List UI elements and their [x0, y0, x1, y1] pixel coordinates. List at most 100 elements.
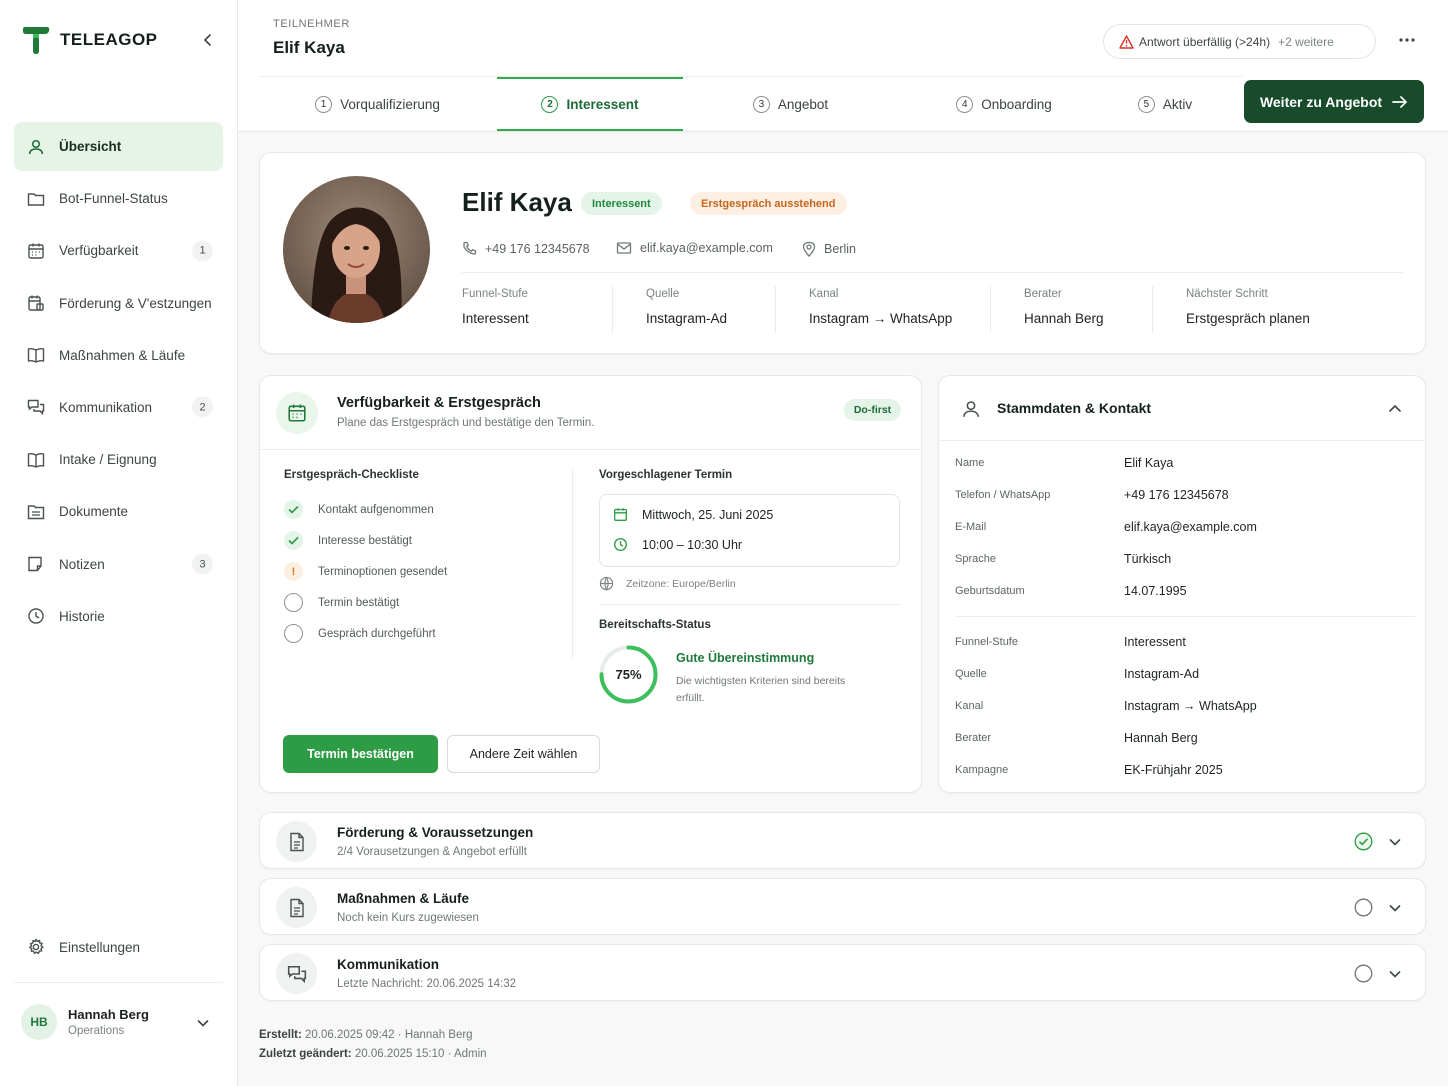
user-menu[interactable]: HB Hannah Berg Operations [21, 1003, 217, 1041]
meta-label: Funnel-Stufe [462, 288, 528, 300]
separator: · [447, 1048, 452, 1060]
sidebar-item-foerderung[interactable]: Förderung & V'estzungen [14, 279, 223, 328]
accordion-kommunikation[interactable]: Kommunikation Letzte Nachricht: 20.06.20… [259, 944, 1426, 1001]
confirm-appointment-button[interactable]: Termin bestätigen [283, 735, 438, 773]
field-value: +49 176 12345678 [1124, 488, 1229, 502]
topbar: TEILNEHMER Elif Kaya Antwort überfällig … [238, 0, 1448, 132]
more-options-button[interactable] [1396, 30, 1418, 50]
field-value: 14.07.1995 [1124, 584, 1187, 598]
field-label: Geburtsdatum [955, 585, 1025, 597]
count-badge: 3 [192, 553, 213, 575]
sidebar-item-label: Dokumente [59, 504, 129, 520]
calendar-icon [27, 242, 45, 260]
clock-icon [27, 607, 45, 625]
availability-title: Verfügbarkeit & Erstgespräch [337, 395, 541, 411]
checklist-label: Gespräch durchgeführt [318, 627, 436, 640]
overdue-alert[interactable]: Antwort überfällig (>24h) +2 weitere [1103, 24, 1376, 59]
readiness-percent: 75% [615, 667, 642, 682]
meta-value: Erstgespräch planen [1186, 311, 1310, 326]
location: Berlin [802, 241, 856, 257]
sidebar-item-historie[interactable]: Historie [14, 592, 223, 641]
tab-step-4[interactable]: 4 Onboarding [898, 77, 1110, 131]
check-icon [284, 500, 303, 519]
field-value: Instagram-Ad [1124, 667, 1200, 681]
alert-more: +2 weitere [1278, 34, 1334, 49]
profile-name: Elif Kaya [462, 187, 572, 217]
field-label: Berater [955, 732, 992, 744]
logo[interactable]: TELEAGOP [21, 25, 158, 55]
profile-photo [283, 176, 430, 323]
meta-label: Quelle [646, 288, 680, 300]
checklist-item[interactable]: Interesse bestätigt [284, 531, 412, 550]
sidebar-item-uebersicht[interactable]: Übersicht [14, 122, 223, 171]
choose-other-time-button[interactable]: Andere Zeit wählen [447, 735, 600, 773]
step-label: Interessent [566, 96, 639, 112]
timezone: Zeitzone: Europe/Berlin [599, 576, 736, 591]
readiness-title: Bereitschafts-Status [599, 619, 711, 631]
tab-step-3[interactable]: 3 Angebot [683, 77, 898, 131]
sidebar-item-notizen[interactable]: Notizen 3 [14, 540, 223, 589]
gear-icon [28, 938, 44, 955]
readiness-heading: Gute Übereinstimmung [676, 651, 815, 665]
sidebar-item-intake[interactable]: Intake / Eignung [14, 435, 223, 484]
sidebar-item-label: Maßnahmen & Läufe [59, 347, 186, 363]
proposed-appointment[interactable]: Mittwoch, 25. Juni 2025 10:00 – 10:30 Uh… [599, 494, 900, 567]
settings-link[interactable]: Einstellungen [27, 938, 140, 956]
chat-icon [27, 398, 45, 416]
checklist-item[interactable]: Kontakt aufgenommen [284, 500, 434, 519]
sidebar-item-label: Kommunikation [59, 399, 153, 415]
logo-text: TELEAGOP [60, 30, 158, 49]
section-divider [955, 616, 1415, 617]
meta-value: Instagram-Ad [646, 311, 728, 326]
tab-step-5[interactable]: 5 Aktiv [1110, 77, 1220, 131]
email-contact[interactable]: elif.kaya@example.com [616, 241, 773, 255]
email-text: elif.kaya@example.com [640, 241, 773, 255]
field-label: Telefon / WhatsApp [955, 489, 1051, 501]
field-value: Instagram → WhatsApp [1124, 699, 1257, 713]
warning-icon [1119, 34, 1134, 49]
meta-separator [775, 286, 776, 333]
changed-label: Zuletzt geändert: [259, 1048, 352, 1060]
sidebar-item-verfuegbarkeit[interactable]: Verfügbarkeit 1 [14, 226, 223, 275]
checklist-item[interactable]: ! Terminoptionen gesendet [284, 562, 447, 581]
chevron-down-icon [197, 1020, 209, 1027]
book-icon [27, 451, 45, 469]
empty-circle-icon [284, 624, 303, 643]
profile-card: Elif Kaya Interessent Erstgespräch ausst… [259, 152, 1426, 354]
tab-step-2[interactable]: 2 Interessent [497, 77, 683, 131]
warning-icon: ! [284, 562, 303, 581]
field-label: Quelle [955, 668, 987, 680]
location-pin-icon [802, 241, 816, 257]
field-label: Funnel-Stufe [955, 636, 1018, 648]
page-title: Elif Kaya [273, 38, 345, 57]
sidebar-item-dokumente[interactable]: Dokumente [14, 487, 223, 536]
accordion-foerderung[interactable]: Förderung & Voraussetzungen 2/4 Vorauset… [259, 812, 1426, 869]
tab-step-1[interactable]: 1 Vorqualifizierung [258, 77, 497, 131]
next-stage-button[interactable]: Weiter zu Angebot [1244, 80, 1424, 123]
funnel-stepper: 1 Vorqualifizierung 2 Interessent 3 Ange… [258, 76, 1243, 132]
book-icon [27, 346, 45, 364]
meta-separator [612, 286, 613, 333]
chevron-up-icon [1389, 404, 1401, 412]
sidebar-item-label: Verfügbarkeit [59, 243, 139, 259]
sidebar-item-massnahmen[interactable]: Maßnahmen & Läufe [14, 331, 223, 380]
sidebar-item-kommunikation[interactable]: Kommunikation 2 [14, 383, 223, 432]
appointment-date: Mittwoch, 25. Juni 2025 [613, 507, 773, 522]
sidebar-nav: Übersicht Bot-Funnel-Status Verfügbarkei… [14, 122, 223, 644]
field-value: Hannah Berg [1124, 731, 1198, 745]
checklist-label: Terminoptionen gesendet [318, 565, 448, 578]
checklist-item[interactable]: Termin bestätigt [284, 593, 399, 612]
collapse-section-button[interactable] [1386, 400, 1404, 418]
logo-icon [23, 27, 50, 54]
settings-label: Einstellungen [59, 939, 141, 955]
meta-value: Instagram → WhatsApp [809, 311, 953, 326]
meta-separator [1152, 286, 1153, 333]
checklist-item[interactable]: Gespräch durchgeführt [284, 624, 436, 643]
phone-contact[interactable]: +49 176 12345678 [462, 241, 590, 256]
accordion-massnahmen[interactable]: Maßnahmen & Läufe Noch kein Kurs zugewie… [259, 878, 1426, 935]
collapse-sidebar-button[interactable] [199, 31, 217, 49]
sidebar: TELEAGOP Übersicht Bot-Funnel-Status Ver… [0, 0, 238, 1086]
changed-value: 20.06.2025 15:10 [354, 1048, 445, 1060]
sidebar-item-label: Bot-Funnel-Status [59, 191, 168, 207]
sidebar-item-bot-funnel-status[interactable]: Bot-Funnel-Status [14, 174, 223, 223]
